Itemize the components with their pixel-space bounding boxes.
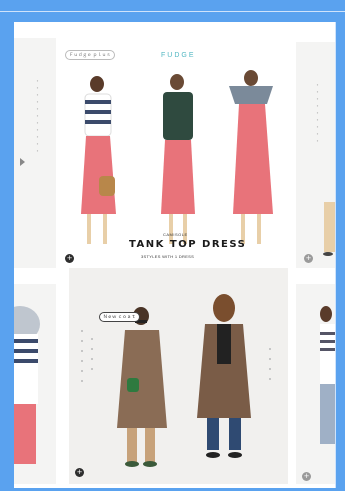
gallery-viewport[interactable]: ・・・・・・・・・・・ ・・・・・・・・・ + + Ｆｕｄｇｅ ｐｌｕｓ FUD… (14, 22, 335, 488)
right-border-line (335, 22, 336, 488)
left-card-bottom[interactable] (14, 284, 56, 484)
left-card-top[interactable]: ・・・・・・・・・・・ (14, 38, 56, 268)
right-card-top[interactable]: ・・・・・・・・・ + (296, 42, 335, 268)
magazine-logo: FUDGE (161, 52, 196, 59)
left-chevron-icon[interactable] (20, 158, 25, 166)
right-card-bottom[interactable]: + (296, 284, 335, 484)
card-title: TANK TOP DRESS (129, 239, 247, 250)
dress-subtitle: CAMISOLE (163, 232, 188, 237)
main-card-top[interactable]: Ｆｕｄｇｅ ｐｌｕｓ FUDGE CAMISOLE TANK TOP DRESS… (59, 42, 291, 268)
right-card-top-add-sign: + (305, 254, 312, 262)
right-card-bottom-photo (320, 306, 335, 444)
main-card-bottom[interactable]: Ｎｅｗ ｃｏａｔ + (69, 268, 288, 484)
card-caption: 3STYLES WITH 1 DRESS (141, 254, 195, 259)
main-card-bottom-add-sign: + (76, 468, 83, 476)
brand-chip: Ｆｕｄｇｅ ｐｌｕｓ (65, 50, 115, 60)
fashion-photo-coats (69, 268, 288, 484)
fashion-photo-three-looks (59, 64, 291, 244)
left-card-bottom-photo (14, 306, 40, 464)
right-card-bottom-add-sign: + (303, 472, 310, 480)
right-card-top-photo (323, 202, 335, 256)
main-card-top-add-sign: + (66, 254, 73, 262)
speech-bubble: Ｎｅｗ ｃｏａｔ (99, 312, 140, 322)
top-divider (0, 11, 345, 12)
left-card-top-vertical-text: ・・・・・・・・・・・ (33, 78, 39, 155)
